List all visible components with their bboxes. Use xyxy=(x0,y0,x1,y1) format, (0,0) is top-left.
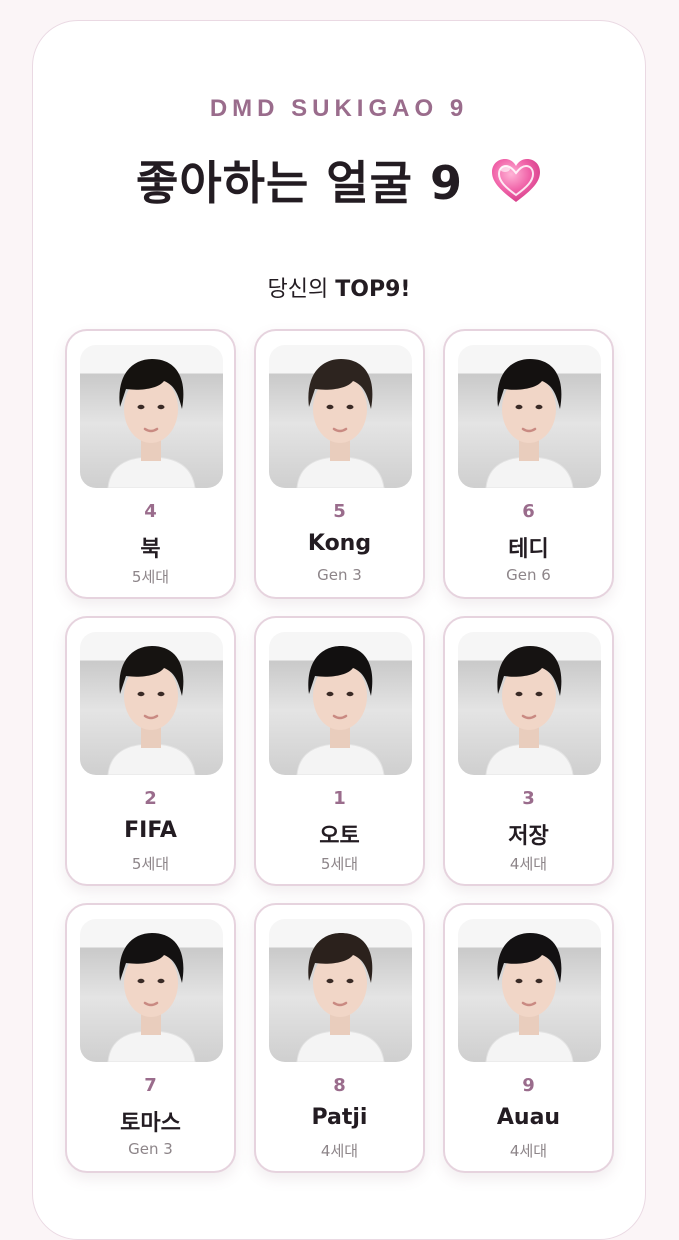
member-name: Patji xyxy=(311,1105,368,1130)
member-card[interactable]: 3 저장 4세대 xyxy=(443,616,614,886)
member-photo xyxy=(269,345,412,488)
member-card[interactable]: 2 FIFA 5세대 xyxy=(65,616,236,886)
member-card[interactable]: 5 Kong Gen 3 xyxy=(254,329,425,599)
member-rank: 9 xyxy=(522,1075,535,1096)
member-generation: 4세대 xyxy=(509,855,548,873)
member-card[interactable]: 4 북 5세대 xyxy=(65,329,236,599)
member-rank: 1 xyxy=(333,788,346,809)
member-name: 테디 xyxy=(508,537,549,562)
member-photo xyxy=(458,919,601,1062)
member-photo xyxy=(269,919,412,1062)
member-card[interactable]: 9 Auau 4세대 xyxy=(443,903,614,1173)
member-generation: 4세대 xyxy=(509,1142,548,1160)
member-photo xyxy=(80,632,223,775)
member-name: 북 xyxy=(140,537,161,562)
member-rank: 7 xyxy=(144,1075,157,1096)
member-rank: 4 xyxy=(144,501,157,522)
member-photo xyxy=(80,345,223,488)
member-generation: 5세대 xyxy=(131,855,170,873)
member-rank: 3 xyxy=(522,788,535,809)
member-name: 오토 xyxy=(319,824,360,849)
member-generation: 5세대 xyxy=(320,855,359,873)
member-rank: 8 xyxy=(333,1075,346,1096)
member-name: 토마스 xyxy=(120,1111,181,1136)
member-photo xyxy=(458,632,601,775)
member-card[interactable]: 8 Patji 4세대 xyxy=(254,903,425,1173)
member-name: FIFA xyxy=(124,818,177,843)
brand-title: DMD SUKIGAO 9 xyxy=(209,95,469,122)
member-card[interactable]: 6 테디 Gen 6 xyxy=(443,329,614,599)
member-card[interactable]: 1 오토 5세대 xyxy=(254,616,425,886)
member-generation: Gen 3 xyxy=(317,566,362,584)
member-photo xyxy=(80,919,223,1062)
page-title: 좋아하는 얼굴 9 xyxy=(33,147,645,213)
member-rank: 5 xyxy=(333,501,346,522)
member-generation: Gen 6 xyxy=(506,566,551,584)
member-generation: Gen 3 xyxy=(128,1140,173,1158)
member-generation: 5세대 xyxy=(131,568,170,586)
subtitle: 당신의 TOP9! xyxy=(33,271,645,303)
subtitle-bold: TOP9! xyxy=(335,277,411,302)
member-rank: 2 xyxy=(144,788,157,809)
member-name: 저장 xyxy=(508,824,549,849)
heart-icon xyxy=(490,157,542,205)
member-photo xyxy=(269,632,412,775)
member-generation: 4세대 xyxy=(320,1142,359,1160)
member-name: Kong xyxy=(307,531,372,556)
member-name: Auau xyxy=(496,1105,561,1130)
member-card[interactable]: 7 토마스 Gen 3 xyxy=(65,903,236,1173)
member-photo xyxy=(458,345,601,488)
member-rank: 6 xyxy=(522,501,535,522)
subtitle-prefix: 당신의 xyxy=(267,277,336,302)
page-title-text: 좋아하는 얼굴 9 xyxy=(136,156,463,210)
